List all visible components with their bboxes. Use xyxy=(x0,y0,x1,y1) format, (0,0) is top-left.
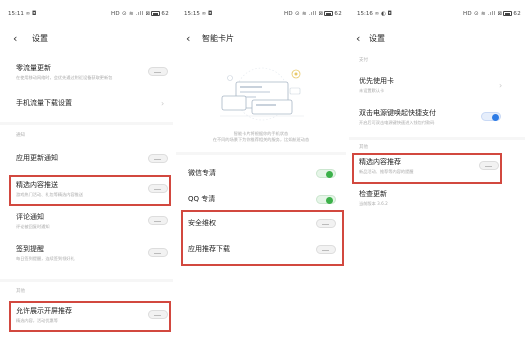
section-divider xyxy=(349,137,525,140)
signal-icons: HD ⊙ ≋ .ıll ⊠ xyxy=(110,11,151,17)
featured-push-toggle[interactable] xyxy=(148,184,168,193)
setting-qq-clean[interactable]: QQ 专清 xyxy=(176,193,346,207)
setting-splash-recommend[interactable]: 允许展示开屏推荐 精选内容，活动优惠等 xyxy=(0,307,173,329)
cards-illustration-icon xyxy=(220,67,304,121)
section-header-other: 其他 xyxy=(359,145,368,150)
double-click-pay-toggle[interactable] xyxy=(481,112,501,121)
setting-title: 微信专清 xyxy=(188,169,216,177)
zero-traffic-toggle[interactable] xyxy=(148,67,168,76)
app-update-notice-toggle[interactable] xyxy=(148,154,168,163)
status-left-icons: ∞ ◘ xyxy=(25,11,37,17)
chevron-right-icon: › xyxy=(161,99,165,108)
setting-title: QQ 专清 xyxy=(188,195,216,203)
setting-title: 应用更新通知 xyxy=(16,154,58,162)
setting-subtitle: 当前版本 3.6.2 xyxy=(359,201,388,206)
signal-icons: HD ⊙ ≋ .ıll ⊠ xyxy=(283,11,324,17)
nav-bar: ‹ 设置 xyxy=(349,32,525,48)
status-bar: 15:11 ∞ ◘ HD ⊙ ≋ .ıll ⊠ 62 xyxy=(0,11,173,21)
status-icons: HD ⊙ ≋ .ıll ⊠ 62 xyxy=(284,11,342,17)
phone-screen-1: 15:11 ∞ ◘ HD ⊙ ≋ .ıll ⊠ 62 ‹ 设置 零流量更新 在使用… xyxy=(0,0,173,344)
setting-mobile-data-download[interactable]: 手机流量下载设置 › xyxy=(0,97,173,111)
setting-subtitle: 游戏热门活动、礼包等精选内容推送 xyxy=(16,192,84,197)
status-time: 15:16 xyxy=(357,11,373,17)
setting-subtitle: 新品活动、推荐等内容的提醒 xyxy=(359,169,414,174)
comment-notice-toggle[interactable] xyxy=(148,216,168,225)
setting-featured-push[interactable]: 精选内容推送 游戏热门活动、礼包等精选内容推送 xyxy=(0,181,173,203)
status-left-icons: ∞ ◘ xyxy=(201,11,213,17)
setting-subtitle: 开启后可双击电源键快速进入钱包付款码 xyxy=(359,120,435,125)
section-header-payment: 支付 xyxy=(359,58,368,63)
back-arrow-icon[interactable]: ‹ xyxy=(356,32,360,46)
setting-check-update[interactable]: 检查更新 当前版本 3.6.2 xyxy=(349,190,525,212)
setting-title: 手机流量下载设置 xyxy=(16,99,72,107)
setting-subtitle: 未设置默认卡 xyxy=(359,88,385,93)
setting-title: 签到提醒 xyxy=(16,245,44,253)
setting-title: 安全维权 xyxy=(188,219,216,227)
battery-icon xyxy=(324,11,334,16)
setting-preferred-card[interactable]: 优先使用卡 未设置默认卡 › xyxy=(349,77,525,99)
phone-screen-3: 15:16 ∞ ◐ ◘ HD ⊙ ≋ .ıll ⊠ 62 ‹ 设置 支付 优先使用… xyxy=(349,0,525,344)
battery-icon xyxy=(503,11,513,16)
setting-app-recommend-download[interactable]: 应用推荐下载 xyxy=(176,243,346,257)
status-time: 15:11 xyxy=(8,11,24,17)
section-header-other: 其他 xyxy=(16,289,25,294)
nav-bar: ‹ 智能卡片 xyxy=(176,32,346,48)
setting-double-click-pay[interactable]: 双击电源键唤起快捷支付 开启后可双击电源键快速进入钱包付款码 xyxy=(349,109,525,131)
battery-level: 62 xyxy=(513,11,521,17)
section-divider xyxy=(0,122,173,125)
page-title: 设置 xyxy=(32,34,48,43)
page-title: 智能卡片 xyxy=(202,34,234,43)
setting-title: 评论通知 xyxy=(16,213,44,221)
qq-clean-toggle[interactable] xyxy=(316,195,336,204)
chevron-right-icon: › xyxy=(499,81,503,90)
status-time: 15:15 xyxy=(184,11,200,17)
illustration-caption-1: 智能卡片将根据你的手机状态 xyxy=(233,131,289,136)
app-recommend-toggle[interactable] xyxy=(316,245,336,254)
featured-recommend-toggle[interactable] xyxy=(479,161,499,170)
status-left-icons: ∞ ◐ ◘ xyxy=(374,11,392,17)
status-icons: HD ⊙ ≋ .ıll ⊠ 62 xyxy=(463,11,521,17)
setting-subtitle: 精选内容，活动优惠等 xyxy=(16,318,58,323)
setting-comment-notice[interactable]: 评论通知 评论被回复时通知 xyxy=(0,213,173,235)
setting-subtitle: 每日签到提醒，连续签到领好礼 xyxy=(16,256,75,261)
battery-level: 62 xyxy=(161,11,169,17)
setting-checkin-reminder[interactable]: 签到提醒 每日签到提醒，连续签到领好礼 xyxy=(0,245,173,267)
setting-title: 精选内容推送 xyxy=(16,181,58,189)
signal-icons: HD ⊙ ≋ .ıll ⊠ xyxy=(462,11,503,17)
back-arrow-icon[interactable]: ‹ xyxy=(186,32,190,46)
setting-title: 零流量更新 xyxy=(16,64,51,72)
checkin-reminder-toggle[interactable] xyxy=(148,248,168,257)
illustration-caption-2: 在不同的场景下为你推荐相关的服务，比如航班动态 xyxy=(212,137,310,142)
setting-title: 允许展示开屏推荐 xyxy=(16,307,72,315)
setting-featured-recommend[interactable]: 精选内容推荐 新品活动、推荐等内容的提醒 xyxy=(349,158,525,180)
setting-app-update-notice[interactable]: 应用更新通知 xyxy=(0,153,173,167)
setting-title: 应用推荐下载 xyxy=(188,245,230,253)
splash-recommend-toggle[interactable] xyxy=(148,310,168,319)
setting-zero-traffic-update[interactable]: 零流量更新 在使用移动网络时，会优先通过附近设备获取更新包 xyxy=(0,64,173,86)
section-header-notifications: 通知 xyxy=(16,133,25,138)
back-arrow-icon[interactable]: ‹ xyxy=(13,32,17,46)
setting-security-rights[interactable]: 安全维权 xyxy=(176,217,346,231)
setting-title: 检查更新 xyxy=(359,190,387,198)
setting-title: 双击电源键唤起快捷支付 xyxy=(359,109,436,117)
setting-subtitle: 在使用移动网络时，会优先通过附近设备获取更新包 xyxy=(16,75,113,80)
wechat-clean-toggle[interactable] xyxy=(316,169,336,178)
setting-wechat-clean[interactable]: 微信专清 xyxy=(176,167,346,181)
setting-title: 优先使用卡 xyxy=(359,77,394,85)
setting-title: 精选内容推荐 xyxy=(359,158,401,166)
setting-subtitle: 评论被回复时通知 xyxy=(16,224,50,229)
page-title: 设置 xyxy=(369,34,385,43)
security-rights-toggle[interactable] xyxy=(316,219,336,228)
section-divider xyxy=(176,152,346,155)
section-divider xyxy=(0,279,173,282)
nav-bar: ‹ 设置 xyxy=(0,32,173,48)
battery-icon xyxy=(151,11,161,16)
status-icons: HD ⊙ ≋ .ıll ⊠ 62 xyxy=(111,11,169,17)
phone-screen-2: 15:15 ∞ ◘ HD ⊙ ≋ .ıll ⊠ 62 ‹ 智能卡片 智能卡片将根据… xyxy=(176,0,346,344)
battery-level: 62 xyxy=(334,11,342,17)
status-bar: 15:16 ∞ ◐ ◘ HD ⊙ ≋ .ıll ⊠ 62 xyxy=(349,11,525,21)
smart-card-illustration xyxy=(212,64,312,122)
status-bar: 15:15 ∞ ◘ HD ⊙ ≋ .ıll ⊠ 62 xyxy=(176,11,346,21)
